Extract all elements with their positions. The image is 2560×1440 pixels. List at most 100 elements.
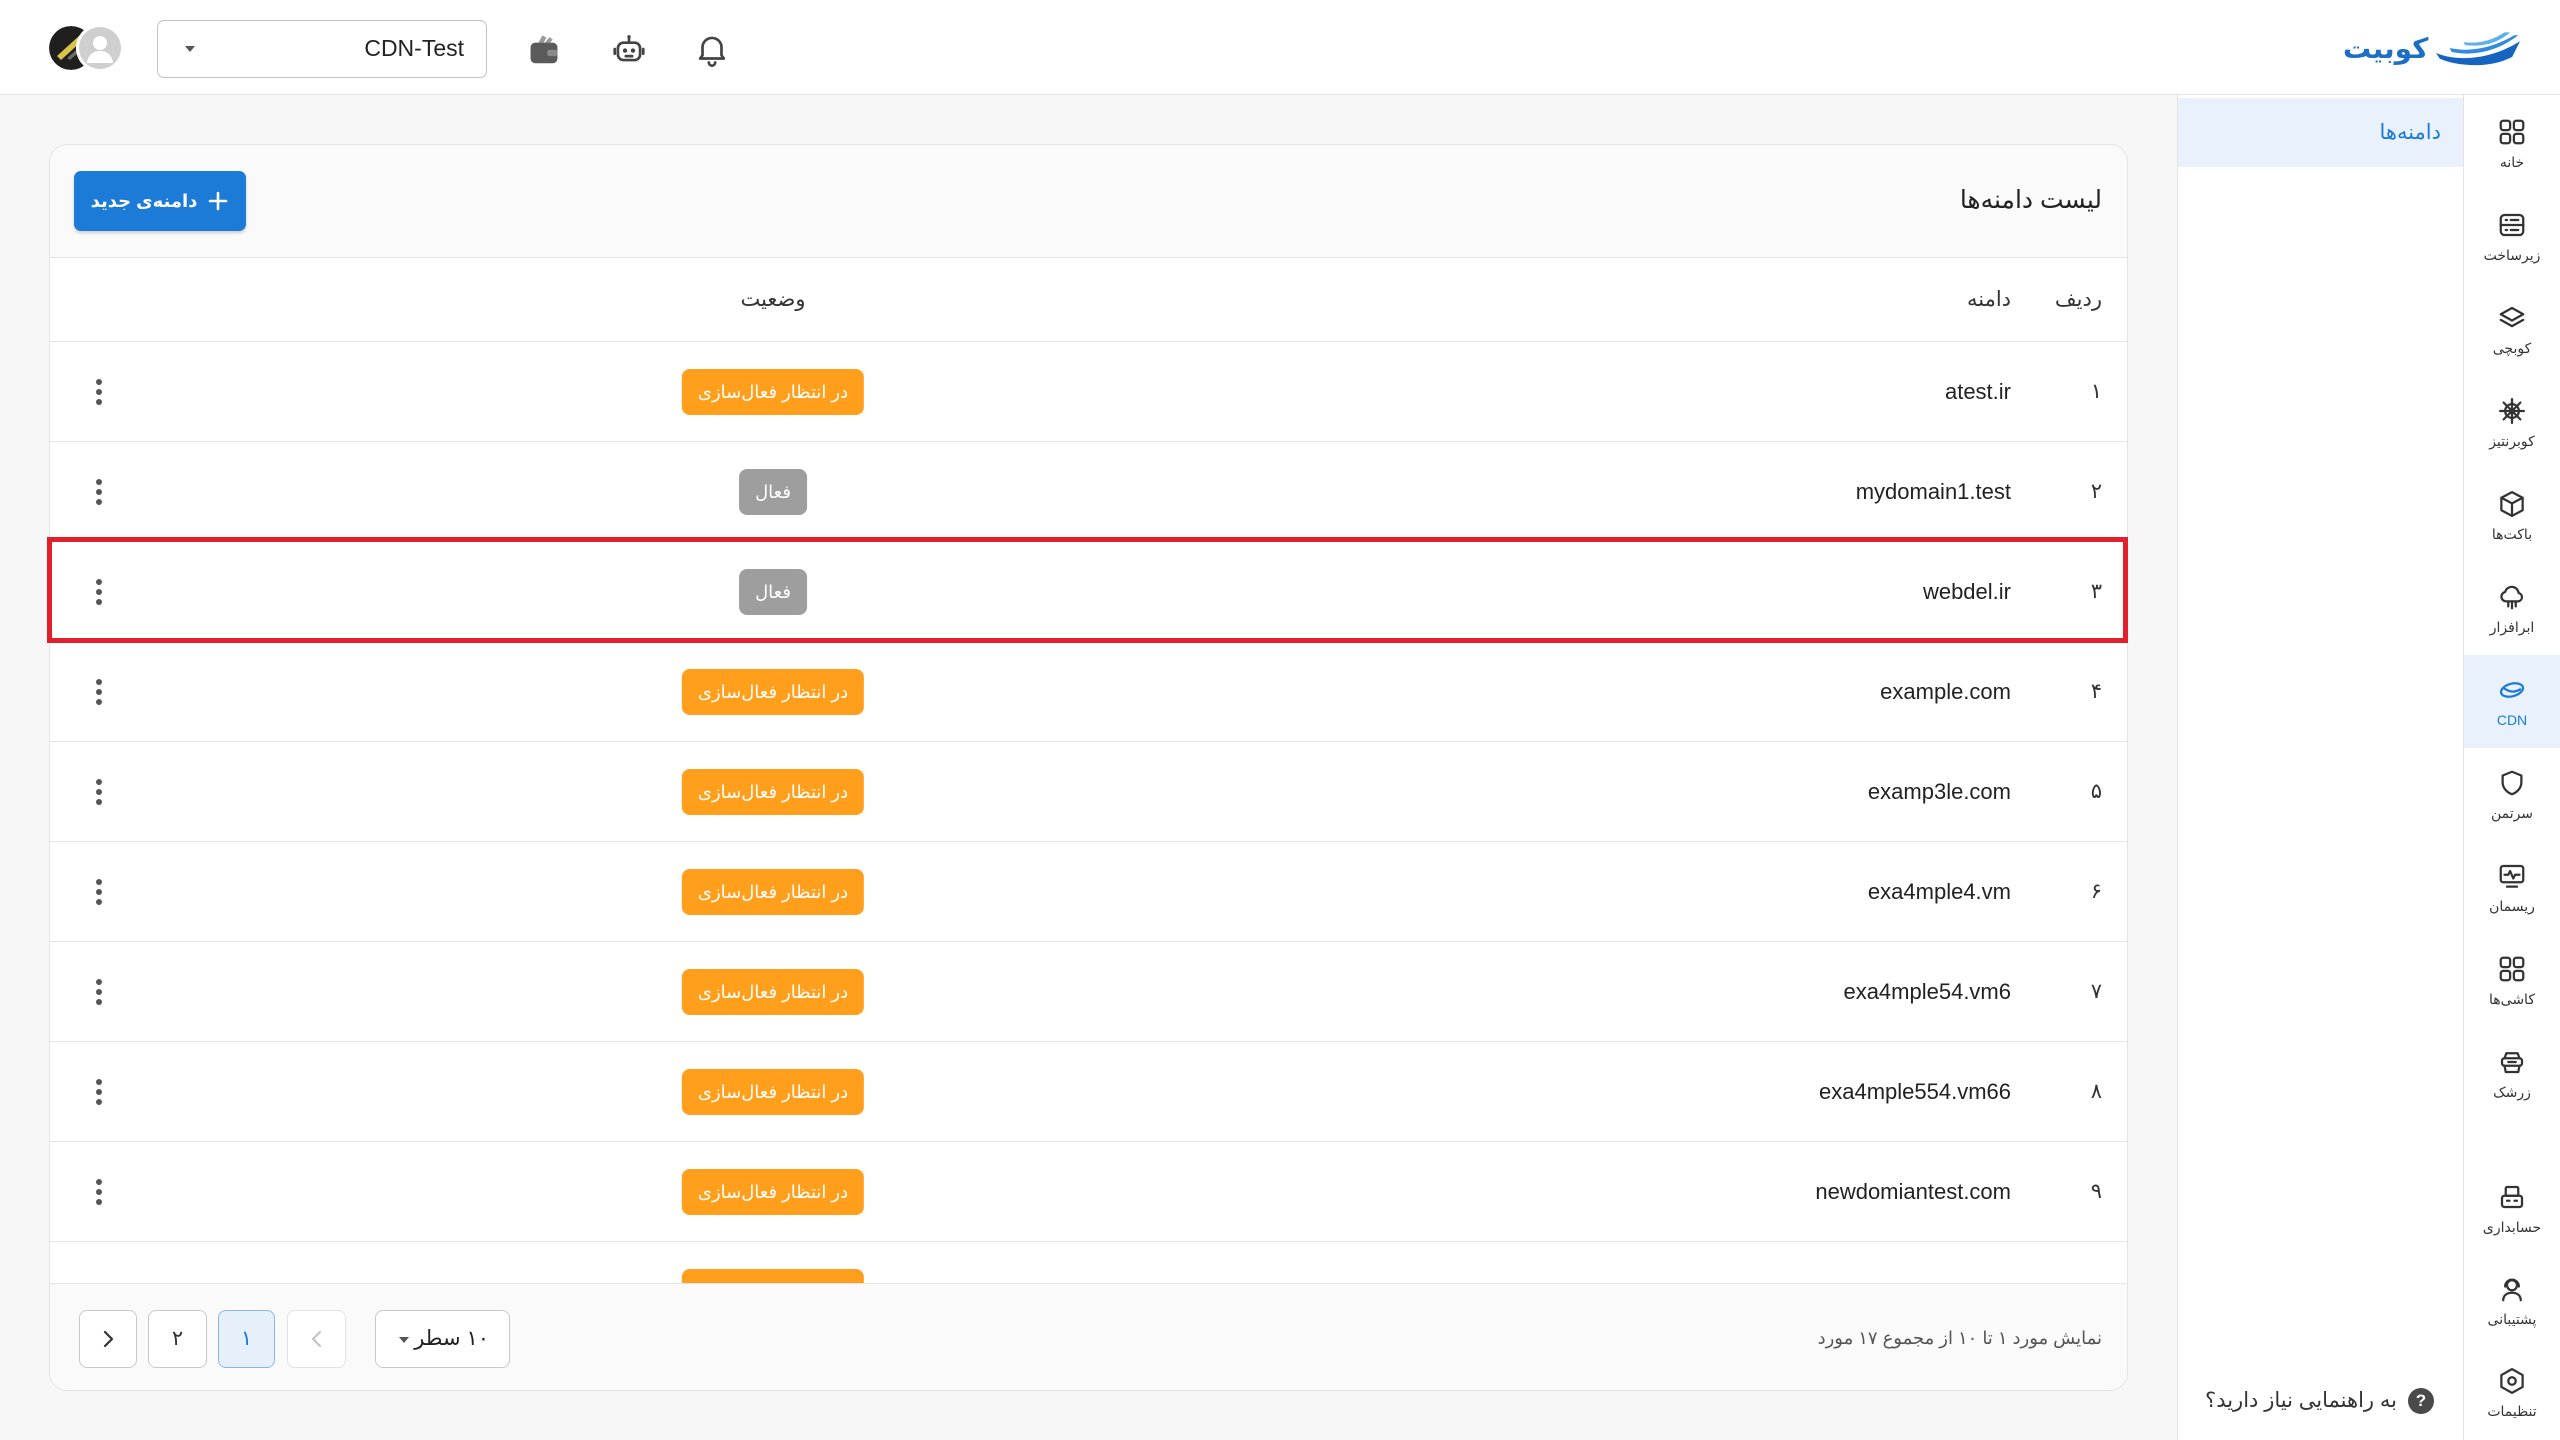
table-header-row: ردیف دامنه وضعیت [50, 258, 2127, 342]
row-menu-button[interactable] [95, 1178, 103, 1206]
assistant-button[interactable] [610, 30, 648, 68]
row-index: ۴ [2090, 680, 2102, 703]
sidebar-item-tiles[interactable]: کاشی‌ها [2464, 934, 2560, 1027]
status-badge: فعال [739, 569, 807, 615]
cube-icon [2497, 489, 2527, 519]
table-row[interactable]: ۷ exa4mple54.vm6 در انتظار فعال‌سازی [50, 942, 2127, 1042]
sidebar-item-label: خانه [2499, 154, 2525, 170]
row-domain[interactable]: exa4mple554.vm66 [1819, 1042, 2011, 1142]
table-row[interactable]: ۹ newdomiantest.com در انتظار فعال‌سازی [50, 1142, 2127, 1242]
help-link[interactable]: ? به راهنمایی نیاز دارید؟ [2178, 1383, 2463, 1419]
project-select[interactable]: CDN-Test [157, 20, 487, 78]
sidebar-item-cdn[interactable]: CDN [2464, 655, 2560, 748]
row-menu-button[interactable] [95, 378, 103, 406]
row-menu-button[interactable] [95, 578, 103, 606]
row-domain[interactable]: exa4mple54.vm6 [1843, 942, 2011, 1042]
row-menu-button[interactable] [95, 1078, 103, 1106]
kebab-menu-icon [96, 479, 102, 505]
grid-icon [2497, 117, 2527, 147]
cloud-icon [2497, 582, 2527, 612]
table-row[interactable]: ۶ exa4mple4.vm در انتظار فعال‌سازی [50, 842, 2127, 942]
table-row[interactable]: ۲ mydomain1.test فعال [50, 442, 2127, 542]
sidebar-item-label: کوبرنتیز [2489, 433, 2535, 449]
table-row[interactable]: ۱ atest.ir در انتظار فعال‌سازی [50, 342, 2127, 442]
next-page-button[interactable] [79, 1310, 137, 1368]
pagination-summary: نمایش مورد ۱ تا ۱۰ از مجموع ۱۷ مورد [1817, 1328, 2102, 1348]
subnav-item-domains[interactable]: دامنه‌ها [2178, 98, 2463, 167]
row-domain[interactable]: exa4mple4.vm [1868, 842, 2011, 942]
row-domain[interactable]: atest.ir [1945, 342, 2011, 442]
kebab-menu-icon [96, 1179, 102, 1205]
rows-per-page-value: ۱۰ سطر [414, 1327, 489, 1350]
column-header-status[interactable]: وضعیت [740, 258, 805, 342]
status-badge: در انتظار فعال‌سازی [681, 369, 865, 415]
layers-icon [2497, 303, 2527, 333]
question-icon: ? [2408, 1388, 2434, 1414]
row-index: ۸ [2090, 1080, 2102, 1103]
notifications-button[interactable] [693, 30, 731, 68]
row-index: ۲ [2090, 480, 2102, 503]
server-icon [2497, 210, 2527, 240]
help-text: به راهنمایی نیاز دارید؟ [2205, 1389, 2397, 1412]
settings-icon [2497, 1366, 2527, 1396]
column-header-domain[interactable]: دامنه [1967, 258, 2011, 342]
kebab-menu-icon [96, 679, 102, 705]
table-row[interactable]: ۴ example.com در انتظار فعال‌سازی [50, 642, 2127, 742]
row-index: ۳ [2090, 580, 2102, 603]
row-domain[interactable]: webdel.ir [1923, 542, 2011, 642]
support-icon [2497, 1274, 2527, 1304]
row-domain[interactable]: example.com [1880, 642, 2011, 742]
row-menu-button[interactable] [95, 678, 103, 706]
kebab-menu-icon [96, 879, 102, 905]
chevron-down-icon [185, 46, 195, 52]
monitor-wave-icon [2497, 861, 2527, 891]
sidebar-item-accounting[interactable]: حسابداری [2464, 1162, 2560, 1254]
sidebar-item-sartaman[interactable]: سرتمن [2464, 748, 2560, 841]
rows-per-page-select[interactable]: ۱۰ سطر [375, 1310, 510, 1368]
row-domain[interactable]: mydomain1.test [1856, 442, 2011, 542]
column-header-index[interactable]: ردیف [2055, 258, 2102, 342]
kebab-menu-icon [96, 379, 102, 405]
page-button-2[interactable]: ۲ [148, 1310, 207, 1368]
row-menu-button[interactable] [95, 478, 103, 506]
chevron-right-icon [103, 1330, 114, 1348]
secondary-sidebar: دامنه‌ها ? به راهنمایی نیاز دارید؟ [2177, 95, 2463, 1440]
row-domain[interactable]: newdomiantest.com [1815, 1142, 2011, 1242]
helm-icon [2497, 396, 2527, 426]
sidebar-item-home[interactable]: خانه [2464, 97, 2560, 190]
status-badge: در انتظار فعال‌سازی [681, 969, 865, 1015]
logo-boat-icon [2436, 32, 2521, 66]
subnav-item-label: دامنه‌ها [2379, 121, 2441, 144]
cdn-orbit-icon [2497, 675, 2527, 705]
sidebar-item-label: زیرساخت [2483, 247, 2541, 263]
sidebar-item-kubernetes[interactable]: کوبرنتیز [2464, 376, 2560, 469]
sidebar-item-support[interactable]: پشتیبانی [2464, 1254, 2560, 1346]
top-bar: کوبیت CDN-Test [0, 0, 2560, 95]
sidebar-item-zereshk[interactable]: زرشک [2464, 1027, 2560, 1120]
table-row[interactable]: ۸ exa4mple554.vm66 در انتظار فعال‌سازی [50, 1042, 2127, 1142]
user-avatar[interactable] [76, 24, 124, 72]
sidebar-item-infrastructure[interactable]: زیرساخت [2464, 190, 2560, 283]
sidebar-item-settings[interactable]: تنظیمات [2464, 1346, 2560, 1438]
wallet-button[interactable] [525, 30, 563, 68]
row-menu-button[interactable] [95, 778, 103, 806]
sidebar-item-buckets[interactable]: باکت‌ها [2464, 469, 2560, 562]
sidebar-item-label: سرتمن [2490, 805, 2534, 821]
row-menu-button[interactable] [95, 978, 103, 1006]
sidebar-item-cloud-software[interactable]: ابرافزار [2464, 562, 2560, 655]
row-domain[interactable]: examp3le.com [1868, 742, 2011, 842]
logo[interactable]: کوبیت [2343, 24, 2525, 74]
new-domain-button[interactable]: دامنه‌ی جدید [74, 171, 246, 231]
tiles-icon [2497, 954, 2527, 984]
sidebar-item-koobchi[interactable]: کوبچی [2464, 283, 2560, 376]
table-row[interactable]: ۱۰ در انتظار فعال‌سازی [50, 1242, 2127, 1283]
sidebar-item-risman[interactable]: ریسمان [2464, 841, 2560, 934]
domains-card: لیست دامنه‌ها دامنه‌ی جدید ردیف دامنه وض… [49, 144, 2128, 1391]
chevron-down-icon [399, 1337, 409, 1343]
row-menu-button[interactable] [95, 878, 103, 906]
previous-page-button[interactable] [287, 1310, 346, 1368]
wallet-icon [530, 35, 558, 64]
table-row[interactable]: ۵ examp3le.com در انتظار فعال‌سازی [50, 742, 2127, 842]
table-row[interactable]: ۳ webdel.ir فعال [50, 542, 2127, 642]
page-button-1-current[interactable]: ۱ [218, 1310, 275, 1368]
